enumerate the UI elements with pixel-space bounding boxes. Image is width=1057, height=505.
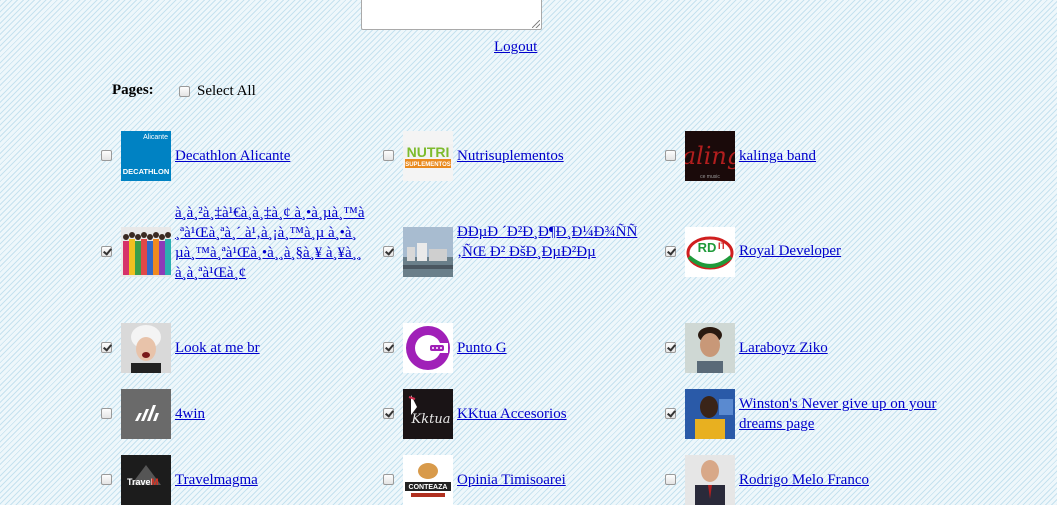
page-item: CONTEAZA Opinia Timisoarei bbox=[383, 455, 643, 505]
page-item: Kktua KKtua Accesorios bbox=[383, 389, 643, 439]
page-link[interactable]: Decathlon Alicante bbox=[175, 146, 290, 166]
page-item: Look at me br bbox=[101, 323, 361, 373]
rodrigo-photo-icon bbox=[685, 455, 735, 505]
page-checkbox[interactable] bbox=[101, 150, 112, 161]
page-checkbox[interactable] bbox=[665, 150, 676, 161]
svg-text:RD: RD bbox=[698, 240, 717, 255]
page-checkbox[interactable] bbox=[101, 342, 112, 353]
page-checkbox[interactable] bbox=[665, 408, 676, 419]
select-all-label: Select All bbox=[197, 83, 256, 99]
page-item: Travel M Travelmagma bbox=[101, 455, 361, 505]
opinia-logo-icon: CONTEAZA bbox=[403, 455, 453, 505]
page-checkbox[interactable] bbox=[101, 474, 112, 485]
person-photo-icon bbox=[121, 323, 171, 373]
page-link[interactable]: KKtua Accesorios bbox=[457, 404, 567, 424]
svg-text:IT: IT bbox=[718, 241, 727, 251]
page-link[interactable]: Royal Developer bbox=[739, 241, 841, 261]
travelmagma-logo-icon: Travel M bbox=[121, 455, 171, 505]
page-link[interactable]: Look at me br bbox=[175, 338, 260, 358]
page-link[interactable]: Opinia Timisoarei bbox=[457, 470, 566, 490]
building-photo-icon bbox=[403, 227, 453, 277]
page-item: à¸à¸²à¸‡à¹€à¸à¸‡à¸¢ à¸•à¸µà¸™à¸ªà¹Œà¸ªà¸… bbox=[101, 198, 365, 306]
page-checkbox[interactable] bbox=[665, 246, 676, 257]
punto-g-logo-icon bbox=[403, 323, 453, 373]
select-all-checkbox[interactable] bbox=[179, 86, 190, 97]
page-checkbox[interactable] bbox=[383, 474, 394, 485]
page-checkbox[interactable] bbox=[383, 150, 394, 161]
kalinga-logo-icon: aling ce music bbox=[685, 131, 735, 181]
page-link[interactable]: Travelmagma bbox=[175, 470, 258, 490]
page-item: NUTRI SUPLEMENTOS Nutrisuplementos bbox=[383, 131, 643, 181]
page-link[interactable]: ÐÐµÐ ´Ð²Ð¸Ð¶Ð¸Ð¼Ð¾ÑÑ‚ÑŒ Ð² ÐšÐ¸ÐµÐ²Ðµ bbox=[457, 222, 649, 262]
svg-text:NUTRI: NUTRI bbox=[407, 144, 450, 160]
svg-text:M: M bbox=[151, 477, 159, 487]
page-checkbox[interactable] bbox=[383, 342, 394, 353]
svg-text:CONTEAZA: CONTEAZA bbox=[409, 484, 448, 491]
page-link[interactable]: à¸à¸²à¸‡à¹€à¸à¸‡à¸¢ à¸•à¸µà¸™à¸ªà¹Œà¸ªà¸… bbox=[175, 203, 365, 283]
svg-text:Travel: Travel bbox=[127, 477, 153, 487]
page-link[interactable]: Winston's Never give up on your dreams p… bbox=[739, 394, 949, 434]
page-item: Rodrigo Melo Franco bbox=[665, 455, 945, 505]
kktua-logo-icon: Kktua bbox=[403, 389, 453, 439]
pages-label: Pages: bbox=[112, 82, 154, 98]
winston-photo-icon bbox=[685, 389, 735, 439]
4win-logo-icon bbox=[121, 389, 171, 439]
page-checkbox[interactable] bbox=[101, 246, 112, 257]
page-link[interactable]: Rodrigo Melo Franco bbox=[739, 470, 869, 490]
svg-text:ce music: ce music bbox=[700, 174, 720, 180]
page-item: Punto G bbox=[383, 323, 643, 373]
svg-text:DECATHLON: DECATHLON bbox=[123, 167, 170, 176]
page-checkbox[interactable] bbox=[665, 342, 676, 353]
page-item: ÐÐµÐ ´Ð²Ð¸Ð¶Ð¸Ð¼Ð¾ÑÑ‚ÑŒ Ð² ÐšÐ¸ÐµÐ²Ðµ bbox=[383, 198, 663, 306]
page-item: 4win bbox=[101, 389, 361, 439]
page-link[interactable]: Laraboyz Ziko bbox=[739, 338, 828, 358]
page-link[interactable]: kalinga band bbox=[739, 146, 816, 166]
page-checkbox[interactable] bbox=[383, 408, 394, 419]
logout-link[interactable]: Logout bbox=[494, 39, 537, 56]
svg-text:Kktua: Kktua bbox=[411, 412, 451, 427]
page-item: Alicante DECATHLON Decathlon Alicante bbox=[101, 131, 361, 181]
royal-dev-logo-icon: RD IT bbox=[685, 227, 735, 277]
man-photo-icon bbox=[685, 323, 735, 373]
page-item: Winston's Never give up on your dreams p… bbox=[665, 389, 955, 439]
page-checkbox[interactable] bbox=[101, 408, 112, 419]
page-link[interactable]: Punto G bbox=[457, 338, 507, 358]
group-photo-icon bbox=[121, 227, 171, 277]
page-link[interactable]: Nutrisuplementos bbox=[457, 146, 564, 166]
page-item: RD IT Royal Developer bbox=[665, 198, 945, 306]
page-item: aling ce music kalinga band bbox=[665, 131, 945, 181]
page-item: Laraboyz Ziko bbox=[665, 323, 945, 373]
select-all-control[interactable]: Select All bbox=[179, 83, 256, 100]
svg-text:SUPLEMENTOS: SUPLEMENTOS bbox=[405, 162, 451, 168]
nutri-logo-icon: NUTRI SUPLEMENTOS bbox=[403, 131, 453, 181]
resize-grip[interactable] bbox=[532, 20, 540, 28]
svg-text:Alicante: Alicante bbox=[143, 134, 168, 141]
decathlon-logo-icon: Alicante DECATHLON bbox=[121, 131, 171, 181]
svg-text:aling: aling bbox=[685, 142, 735, 170]
message-textarea[interactable] bbox=[361, 0, 542, 30]
page-checkbox[interactable] bbox=[383, 246, 394, 257]
page-checkbox[interactable] bbox=[665, 474, 676, 485]
page-link[interactable]: 4win bbox=[175, 404, 205, 424]
